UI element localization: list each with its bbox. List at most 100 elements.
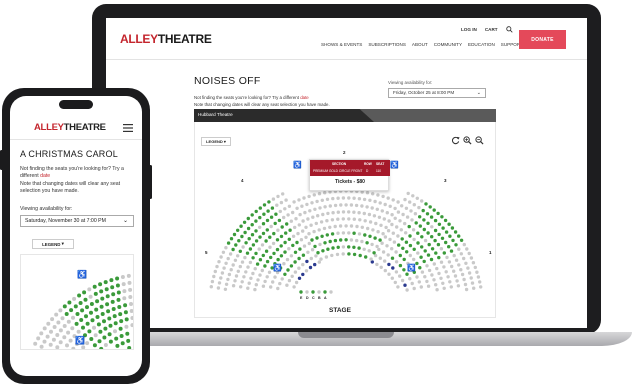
seat[interactable]: [297, 223, 301, 227]
seat[interactable]: [362, 211, 366, 216]
seat[interactable]: [386, 196, 390, 200]
seat[interactable]: [378, 238, 382, 242]
seat[interactable]: [103, 280, 108, 285]
seat[interactable]: [122, 289, 127, 294]
seat[interactable]: [258, 273, 262, 277]
seat[interactable]: [311, 290, 315, 294]
seat[interactable]: [283, 207, 287, 211]
seat[interactable]: [451, 238, 455, 243]
seat[interactable]: [246, 226, 251, 231]
seat[interactable]: [396, 200, 400, 204]
seat[interactable]: [51, 337, 56, 342]
seat[interactable]: [265, 228, 269, 232]
seat[interactable]: [390, 247, 394, 251]
seat[interactable]: [330, 218, 335, 222]
seat[interactable]: [385, 211, 389, 215]
seat[interactable]: [336, 231, 340, 235]
seat[interactable]: [110, 299, 115, 304]
legend-dropdown[interactable]: LEGEND ▾: [201, 137, 231, 146]
seat[interactable]: [128, 295, 133, 299]
seat[interactable]: [447, 245, 451, 249]
seat[interactable]: [127, 280, 132, 285]
seat[interactable]: [261, 231, 266, 236]
seat[interactable]: [105, 294, 110, 299]
seat[interactable]: [380, 241, 384, 245]
seat[interactable]: [412, 203, 416, 207]
seat[interactable]: [60, 316, 65, 321]
seat[interactable]: [279, 254, 284, 258]
seat[interactable]: [104, 287, 109, 292]
seat[interactable]: [454, 243, 458, 247]
seat[interactable]: [102, 319, 106, 324]
seat[interactable]: [471, 261, 476, 265]
seat[interactable]: [266, 209, 270, 213]
zoom-out-icon[interactable]: [475, 136, 484, 145]
cart-link[interactable]: CART: [485, 27, 498, 32]
seat[interactable]: [95, 299, 100, 304]
seat[interactable]: [250, 233, 255, 237]
seat[interactable]: [103, 326, 108, 331]
seat[interactable]: [316, 251, 320, 255]
seat[interactable]: [405, 215, 410, 219]
seat[interactable]: [297, 276, 302, 280]
seat[interactable]: [261, 222, 266, 226]
seat[interactable]: [323, 191, 327, 195]
seat[interactable]: [49, 329, 53, 334]
seat[interactable]: [293, 270, 298, 274]
seat[interactable]: [219, 276, 223, 280]
seat[interactable]: [430, 247, 435, 251]
seat[interactable]: [82, 290, 87, 295]
seat[interactable]: [103, 343, 108, 347]
seat[interactable]: [55, 333, 60, 337]
seat[interactable]: [326, 247, 330, 251]
seat[interactable]: [80, 308, 85, 313]
seat[interactable]: [450, 264, 454, 269]
zoom-in-icon[interactable]: [463, 136, 472, 145]
seat[interactable]: [74, 321, 79, 326]
seat[interactable]: [279, 200, 284, 205]
seat[interactable]: [423, 275, 427, 279]
seat[interactable]: [367, 212, 372, 217]
seat[interactable]: [383, 259, 387, 263]
seat[interactable]: [69, 308, 74, 313]
seat[interactable]: [333, 224, 337, 229]
seat[interactable]: [42, 339, 47, 344]
seat[interactable]: [92, 343, 97, 348]
seat[interactable]: [301, 219, 305, 223]
mobile-seat-map[interactable]: ♿ ♿: [20, 254, 134, 350]
seat[interactable]: [331, 211, 335, 215]
seat[interactable]: [258, 235, 262, 239]
seat[interactable]: [413, 212, 418, 216]
seat[interactable]: [68, 338, 73, 343]
seat[interactable]: [444, 270, 448, 274]
seat[interactable]: [426, 284, 431, 288]
seat[interactable]: [115, 343, 120, 348]
alley-theatre-logo[interactable]: ALLEYTHEATRE: [120, 32, 212, 46]
seat[interactable]: [98, 282, 103, 287]
seat[interactable]: [463, 282, 468, 287]
seat[interactable]: [315, 199, 319, 204]
seat[interactable]: [382, 217, 386, 221]
seat[interactable]: [328, 239, 332, 244]
seat[interactable]: [244, 241, 248, 245]
seat[interactable]: [352, 217, 356, 221]
seat[interactable]: [315, 236, 319, 240]
seat[interactable]: [66, 319, 71, 324]
seat[interactable]: [403, 197, 407, 202]
seat[interactable]: [325, 233, 329, 237]
seat[interactable]: [71, 346, 76, 350]
seat[interactable]: [314, 254, 318, 258]
seat[interactable]: [272, 231, 276, 236]
nav-subscriptions[interactable]: SUBSCRIPTIONS: [368, 42, 406, 47]
seat[interactable]: [299, 290, 303, 294]
seat[interactable]: [62, 335, 67, 340]
seat[interactable]: [396, 285, 400, 289]
seat[interactable]: [357, 246, 361, 250]
refresh-icon[interactable]: [451, 136, 460, 145]
seat[interactable]: [282, 262, 286, 266]
seat[interactable]: [85, 341, 90, 346]
seat[interactable]: [221, 250, 226, 254]
seat[interactable]: [280, 277, 284, 281]
seat[interactable]: [269, 255, 273, 260]
different-date-link[interactable]: date: [300, 95, 309, 100]
